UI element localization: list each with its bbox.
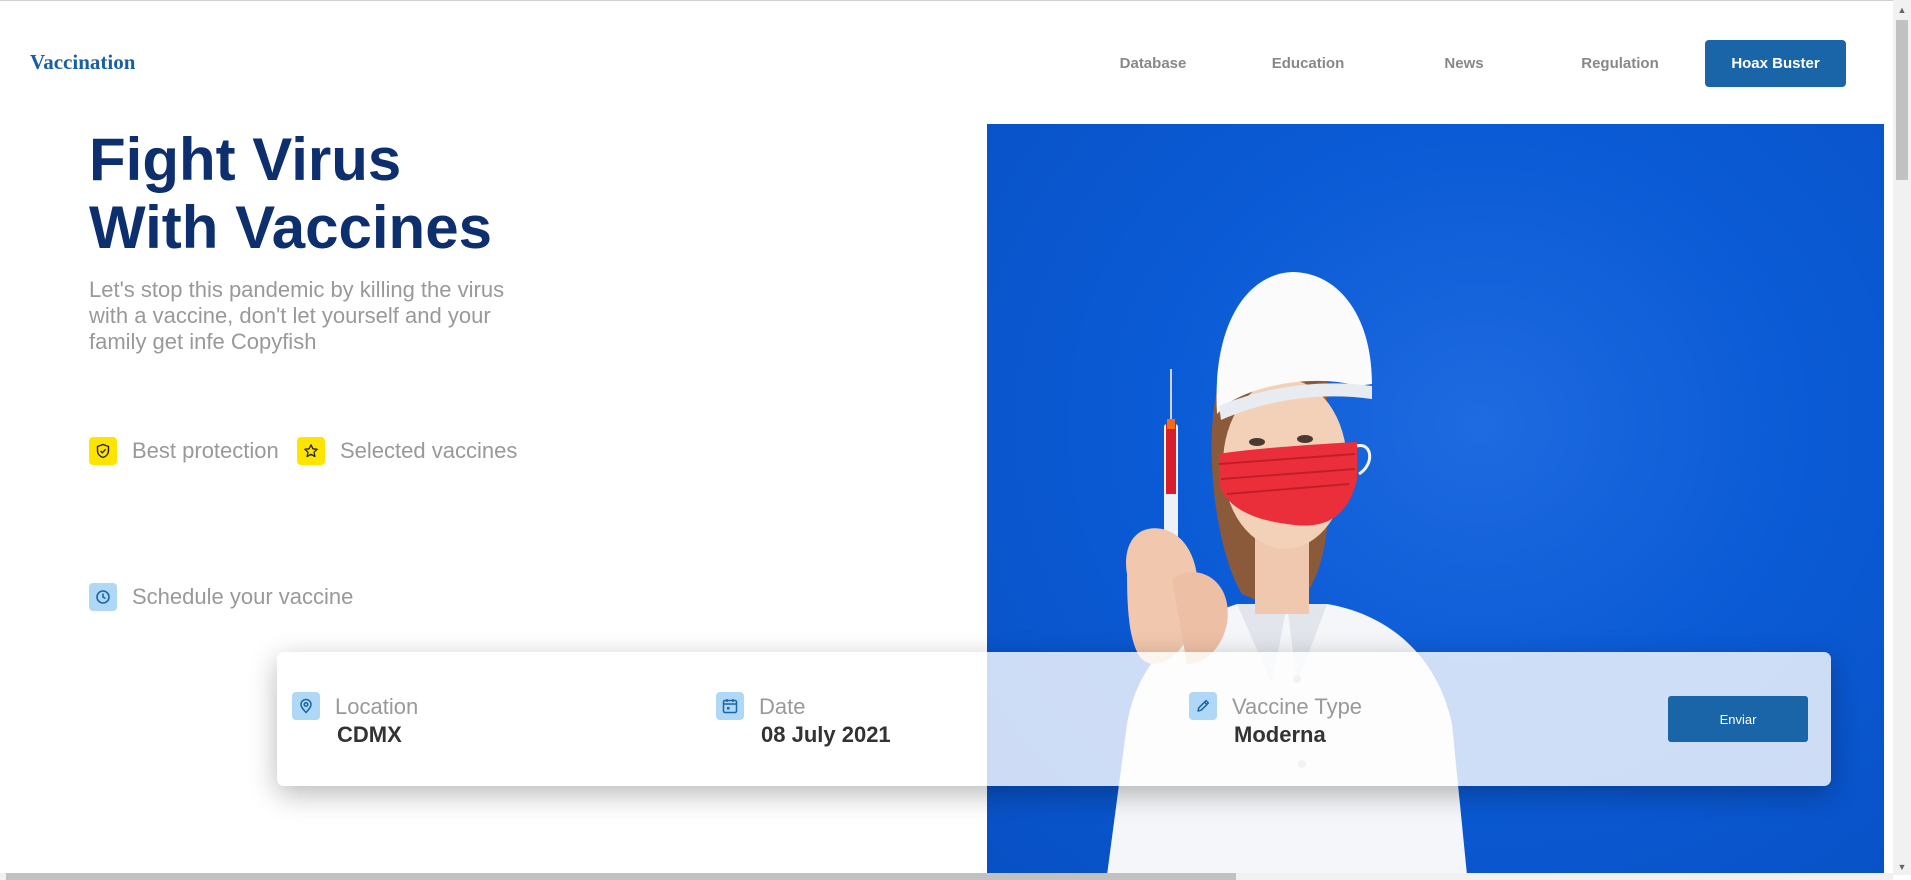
hero-title: Fight Virus With Vaccines	[89, 126, 492, 262]
map-pin-icon	[292, 692, 320, 720]
nav-link-news[interactable]: News	[1404, 55, 1524, 72]
nav-link-education[interactable]: Education	[1248, 55, 1368, 72]
location-value[interactable]: CDMX	[337, 722, 402, 748]
nav-link-regulation[interactable]: Regulation	[1560, 55, 1680, 72]
clock-icon	[89, 583, 117, 611]
feature-label: Schedule your vaccine	[132, 584, 354, 609]
vertical-scrollbar[interactable]: ▲ ▼	[1893, 0, 1911, 875]
horizontal-scrollbar-thumb[interactable]	[6, 873, 1236, 880]
date-value[interactable]: 08 July 2021	[761, 722, 891, 748]
vaccine-type-label: Vaccine Type	[1232, 694, 1363, 719]
booking-panel: Location CDMX Date 08 July 2021 Vaccine …	[277, 652, 1831, 786]
feature-label: Best protection	[132, 438, 279, 463]
hoax-buster-button[interactable]: Hoax Buster	[1705, 40, 1846, 87]
window-top-border	[0, 0, 1911, 1]
nav-link-database[interactable]: Database	[1093, 55, 1213, 72]
feature-selected-vaccines: Selected vaccines	[297, 437, 517, 465]
submit-button[interactable]: Enviar	[1668, 696, 1808, 742]
hero-subtitle: Let's stop this pandemic by killing the …	[89, 277, 505, 354]
hero-title-line-1: Fight Virus	[89, 126, 402, 193]
vertical-scrollbar-thumb[interactable]	[1896, 20, 1908, 180]
vaccine-type-value[interactable]: Moderna	[1234, 722, 1326, 748]
feature-label: Selected vaccines	[340, 438, 518, 463]
horizontal-scrollbar[interactable]	[0, 873, 1893, 880]
brand-logo[interactable]: Vaccination	[30, 50, 135, 75]
location-label: Location	[335, 694, 419, 719]
star-icon	[297, 437, 325, 465]
calendar-icon	[716, 692, 744, 720]
feature-schedule-vaccine[interactable]: Schedule your vaccine	[89, 583, 353, 611]
scroll-up-arrow-icon[interactable]: ▲	[1893, 2, 1911, 18]
shield-check-icon	[89, 437, 117, 465]
hero-title-line-2: With Vaccines	[89, 194, 492, 261]
scroll-down-arrow-icon[interactable]: ▼	[1893, 859, 1911, 875]
feature-best-protection: Best protection	[89, 437, 279, 465]
pencil-icon	[1189, 692, 1217, 720]
date-label: Date	[759, 694, 806, 719]
